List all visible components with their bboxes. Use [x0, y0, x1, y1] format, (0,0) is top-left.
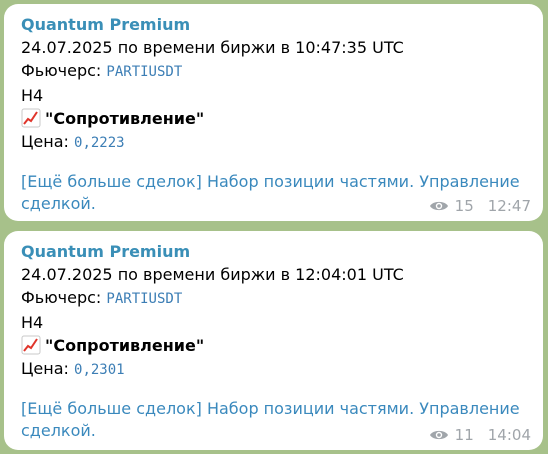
- signal-type: "Сопротивление": [45, 109, 205, 128]
- message-meta: 11 14:04: [429, 426, 531, 444]
- futures-ticker[interactable]: PARTIUSDT: [106, 291, 182, 307]
- more-deals-link-line2[interactable]: сделкой.: [21, 421, 96, 440]
- chart-increasing-icon: [21, 108, 41, 128]
- message-time: 14:04: [487, 426, 531, 444]
- message-meta: 15 12:47: [429, 197, 531, 215]
- more-deals-link-line1[interactable]: [Ещё больше сделок] Набор позиции частям…: [21, 399, 520, 418]
- message-datetime: 24.07.2025 по времени биржи в 10:47:35 U…: [21, 38, 404, 57]
- price-value[interactable]: 0,2301: [74, 362, 125, 378]
- message-datetime: 24.07.2025 по времени биржи в 12:04:01 U…: [21, 265, 404, 284]
- more-deals-link-line2[interactable]: сделкой.: [21, 194, 96, 213]
- price-line: Цена: 0,2223: [21, 130, 526, 155]
- futures-label: Фьючерс:: [21, 288, 102, 307]
- timeframe: H4: [21, 86, 44, 105]
- futures-ticker[interactable]: PARTIUSDT: [106, 64, 182, 80]
- message-bubble[interactable]: Quantum Premium 24.07.2025 по времени би…: [4, 4, 543, 221]
- timeframe: H4: [21, 313, 44, 332]
- price-label: Цена:: [21, 359, 69, 378]
- chart-increasing-icon: [21, 335, 41, 355]
- view-count: 11: [454, 426, 474, 444]
- price-line: Цена: 0,2301: [21, 357, 526, 382]
- sender-name[interactable]: Quantum Premium: [21, 14, 526, 36]
- message-bubble[interactable]: Quantum Premium 24.07.2025 по времени би…: [4, 231, 543, 450]
- view-count: 15: [454, 197, 474, 215]
- more-deals-link-line1[interactable]: [Ещё больше сделок] Набор позиции частям…: [21, 172, 520, 191]
- futures-label: Фьючерс:: [21, 61, 102, 80]
- signal-type: "Сопротивление": [45, 336, 205, 355]
- eye-icon: [429, 201, 448, 211]
- futures-line: Фьючерс: PARTIUSDT: [21, 286, 526, 311]
- signal-line: "Сопротивление": [21, 334, 526, 357]
- futures-line: Фьючерс: PARTIUSDT: [21, 59, 526, 84]
- price-label: Цена:: [21, 132, 69, 151]
- sender-name[interactable]: Quantum Premium: [21, 241, 526, 263]
- eye-icon: [429, 430, 448, 440]
- signal-line: "Сопротивление": [21, 107, 526, 130]
- message-time: 12:47: [487, 197, 531, 215]
- price-value[interactable]: 0,2223: [74, 135, 125, 151]
